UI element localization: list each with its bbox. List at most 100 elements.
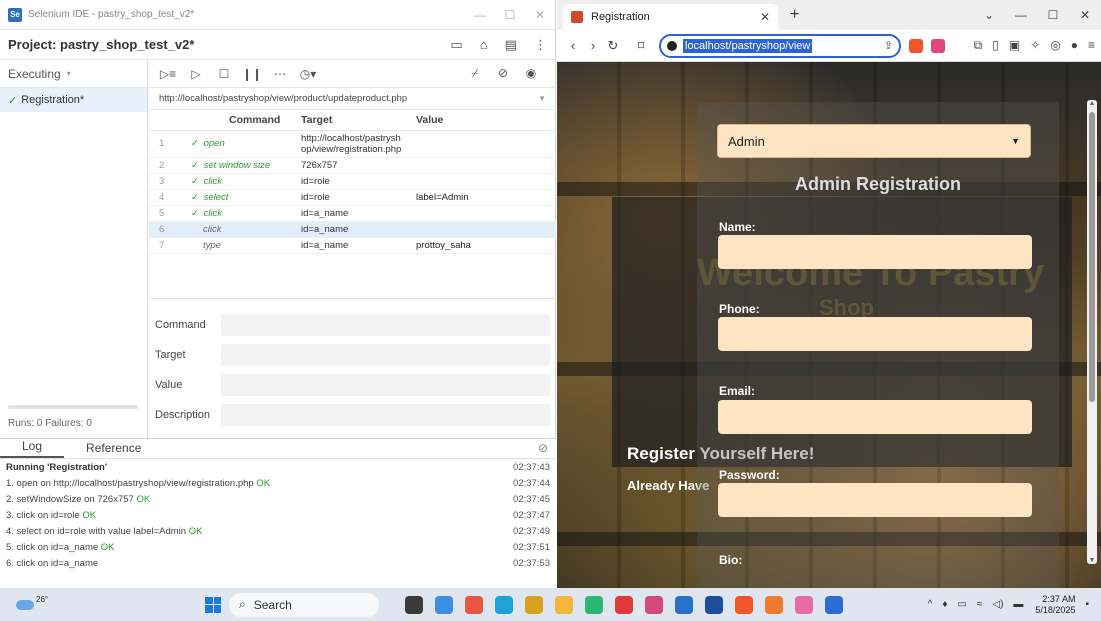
value-input[interactable] <box>221 374 550 396</box>
back-icon[interactable]: ‹ <box>563 38 583 53</box>
password-input[interactable] <box>718 483 1032 517</box>
command-row-target: id=a_name <box>297 221 412 238</box>
clear-log-icon[interactable]: ⊘ <box>538 441 548 455</box>
target-input[interactable] <box>221 344 550 366</box>
run-current-test-icon[interactable]: ▷ <box>185 67 207 81</box>
close-tab-icon[interactable]: ✕ <box>760 10 770 24</box>
mic-icon[interactable]: ♦ <box>942 599 947 610</box>
brave-icon[interactable] <box>735 595 753 614</box>
command-row[interactable]: 3 ✓ click id=role <box>149 173 556 190</box>
speed-timer-icon[interactable]: ◷▾ <box>297 67 319 81</box>
app-icon-6[interactable] <box>645 595 663 614</box>
brave-rewards-icon[interactable] <box>931 38 945 53</box>
app-icon-8[interactable] <box>765 595 783 614</box>
browser-minimize-icon[interactable]: — <box>1005 8 1037 22</box>
site-info-icon[interactable] <box>667 40 677 51</box>
command-row-target: id=a_name <box>297 205 412 222</box>
brave-shields-icon[interactable] <box>909 38 923 53</box>
tab-list-icon[interactable]: ⌄ <box>973 8 1005 22</box>
extensions-icon[interactable]: ⧉ <box>974 38 983 53</box>
command-row-target: http://localhost/pastrysh op/view/regist… <box>297 130 412 158</box>
windows-start-icon[interactable] <box>205 596 221 613</box>
profile-icon[interactable]: ● <box>1071 38 1078 53</box>
app-icon-1[interactable] <box>435 595 453 614</box>
close-icon[interactable]: ✕ <box>525 8 555 22</box>
battery-icon[interactable]: ▬ <box>1013 599 1023 610</box>
tab-registration[interactable]: Registration ✕ <box>563 4 778 30</box>
menu-icon[interactable]: ≡ <box>1088 38 1095 53</box>
role-select[interactable]: Admin ▼ <box>717 124 1031 158</box>
stop-icon[interactable]: ☐ <box>213 67 235 81</box>
name-input[interactable] <box>718 235 1032 269</box>
new-tab-icon[interactable]: + <box>790 6 799 24</box>
command-row[interactable]: 4 ✓ select id=role label=Admin <box>149 189 556 206</box>
project-bar: Project: pastry_shop_test_v2* ▭ ⌂ ▤ ⋮ <box>0 30 555 60</box>
volume-icon[interactable]: ◁) <box>992 599 1003 610</box>
vscode-icon[interactable] <box>675 595 693 614</box>
email-input[interactable] <box>718 400 1032 434</box>
command-row[interactable]: 5 ✓ click id=a_name <box>149 205 556 222</box>
scroll-up-icon[interactable]: ▲ <box>1087 100 1097 107</box>
clock[interactable]: 2:37 AM 5/18/2025 <box>1035 594 1075 616</box>
new-project-icon[interactable]: ▭ <box>450 37 462 53</box>
chevron-up-icon[interactable]: ^ <box>928 599 933 610</box>
task-view-icon[interactable] <box>405 595 423 614</box>
pause-icon[interactable]: ❙❙ <box>241 67 263 81</box>
forward-icon[interactable]: › <box>583 38 603 53</box>
leo-icon[interactable]: ✧ <box>1030 38 1040 53</box>
open-project-icon[interactable]: ⌂ <box>480 37 488 52</box>
command-row-command: ✓ click <box>187 205 297 222</box>
browser-close-icon[interactable]: ✕ <box>1069 8 1101 22</box>
test-item-registration[interactable]: ✓ Registration* <box>0 88 147 112</box>
command-row[interactable]: 6 click id=a_name <box>149 221 556 238</box>
wallet-icon[interactable]: ▣ <box>1009 38 1020 53</box>
app-icon-7[interactable] <box>705 595 723 614</box>
step-over-icon[interactable]: ⋯ <box>269 67 291 81</box>
save-project-icon[interactable]: ▤ <box>505 37 517 53</box>
file-explorer-icon[interactable] <box>555 595 573 614</box>
share-icon[interactable]: ⇪ <box>884 39 893 52</box>
notification-icon[interactable]: ▪ <box>1085 599 1089 610</box>
base-url-field[interactable]: http://localhost/pastryshop/view/product… <box>149 88 556 110</box>
browser-maximize-icon[interactable]: ☐ <box>1037 8 1069 22</box>
disable-breakpoints-icon[interactable]: ⌿ <box>464 66 486 81</box>
command-row-number: 2 <box>149 157 187 174</box>
more-options-icon[interactable]: ⋮ <box>534 37 547 53</box>
record-icon[interactable]: ◉ <box>520 66 542 81</box>
page-scrollbar[interactable]: ▲ ▼ <box>1087 100 1097 564</box>
command-row[interactable]: 2 ✓ set window size 726x757 <box>149 157 556 174</box>
maximize-icon[interactable]: ☐ <box>495 8 525 22</box>
app-icon-5[interactable] <box>615 595 633 614</box>
app-icon-2[interactable] <box>465 595 483 614</box>
description-input[interactable] <box>221 404 550 426</box>
wifi-icon[interactable]: ≈ <box>977 599 983 610</box>
sidebar-icon[interactable]: ▯ <box>992 38 999 53</box>
scrollbar-thumb[interactable] <box>1089 112 1095 402</box>
address-bar[interactable]: localhost/pastryshop/view ⇪ <box>659 33 901 58</box>
weather-widget[interactable]: 26° <box>0 595 60 610</box>
pause-on-exception-icon[interactable]: ⊘ <box>492 66 514 81</box>
selenium-window-title: Selenium IDE - pastry_shop_test_v2* <box>28 9 195 20</box>
word-icon[interactable] <box>825 595 843 614</box>
reload-icon[interactable]: ↻ <box>603 38 623 54</box>
tab-log[interactable]: Log <box>0 439 65 458</box>
keyboard-icon[interactable]: ▭ <box>957 599 966 610</box>
edge-icon[interactable] <box>495 595 513 614</box>
command-name: open <box>203 138 225 149</box>
executing-dropdown[interactable]: Executing ▾ <box>0 60 147 88</box>
scroll-down-icon[interactable]: ▼ <box>1087 557 1097 564</box>
bookmark-icon[interactable]: ⌑ <box>631 38 651 54</box>
tab-reference[interactable]: Reference <box>64 441 163 458</box>
app-icon-4[interactable] <box>585 595 603 614</box>
app-icon-3[interactable] <box>525 595 543 614</box>
minimize-icon[interactable]: — <box>465 8 495 22</box>
phone-input[interactable] <box>718 317 1032 351</box>
taskbar-search[interactable]: ⌕ Search <box>229 592 379 617</box>
run-all-tests-icon[interactable]: ▷≡ <box>157 67 179 81</box>
app-icon-9[interactable] <box>795 595 813 614</box>
command-row[interactable]: 1 ✓ open http://localhost/pastrysh op/view… <box>149 130 556 158</box>
command-row-command: ✓ select <box>187 189 297 206</box>
command-input[interactable] <box>221 314 550 336</box>
command-row[interactable]: 7 type id=a_name prottoy_saha <box>149 237 556 254</box>
vpn-icon[interactable]: ◎ <box>1050 38 1060 53</box>
